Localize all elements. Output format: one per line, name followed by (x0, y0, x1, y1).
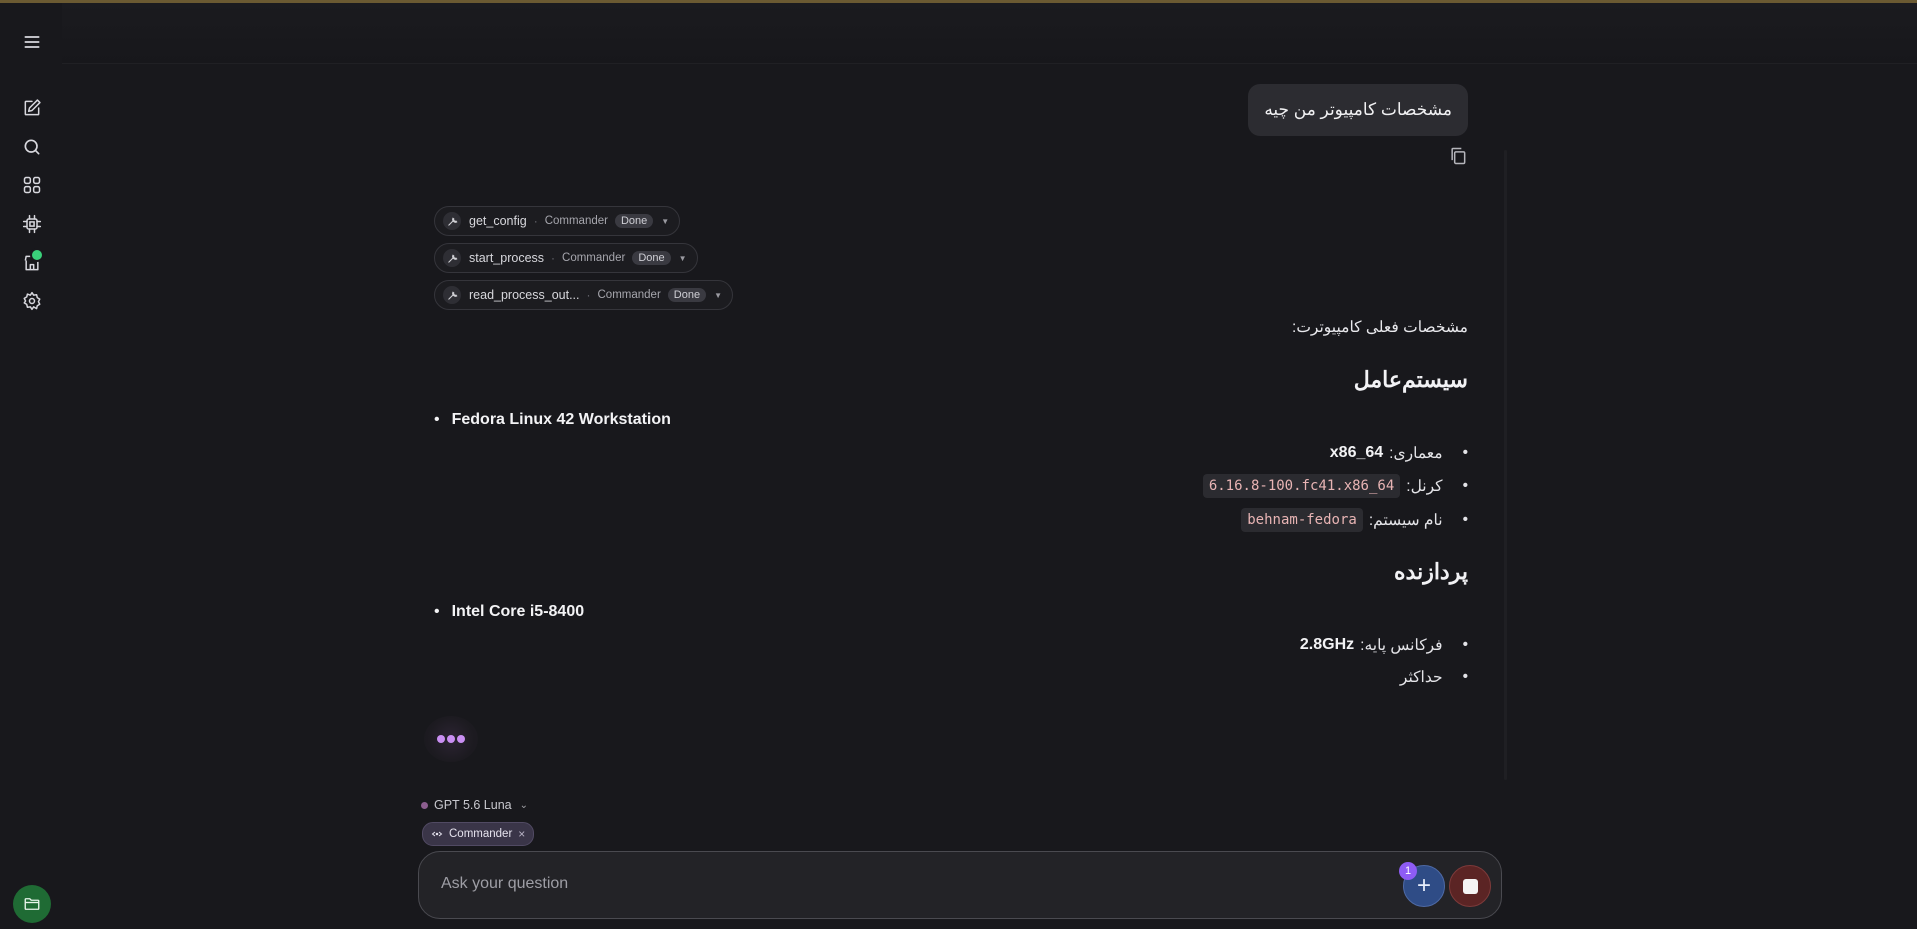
stop-icon (1462, 878, 1478, 894)
list-item-max: • حداکثر (1400, 665, 1468, 689)
typing-dot (437, 735, 445, 743)
wrench-icon (443, 286, 461, 304)
commander-icon (431, 831, 443, 837)
typing-indicator (424, 716, 478, 762)
typing-dot (457, 735, 465, 743)
commander-chip[interactable]: Commander × (422, 822, 535, 846)
cpu-heading: پردازنده (1394, 559, 1468, 584)
tool-separator: · (533, 214, 538, 228)
new-chat-icon[interactable] (18, 94, 46, 122)
tool-call-start-process[interactable]: start_process · Commander Done ▼ (434, 243, 698, 273)
max-label: حداکثر (1399, 668, 1443, 686)
kernel-value: 6.16.8-100.fc41.x86_64 (1202, 474, 1401, 498)
search-icon[interactable] (18, 133, 46, 161)
user-message-bubble: مشخصات کامپیوتر من چیه (1248, 84, 1468, 136)
tool-source: Commander (544, 215, 608, 227)
top-bar (60, 3, 1917, 64)
arch-label: معماری: (1389, 444, 1443, 462)
user-message-text: مشخصات کامپیوتر من چیه (1264, 100, 1452, 119)
plus-icon: + (1416, 872, 1431, 899)
bullet: • (1462, 668, 1468, 685)
folder-icon (24, 898, 40, 910)
tool-name: start_process (469, 251, 545, 265)
tool-source: Commander (562, 252, 626, 264)
bullet: • (1462, 444, 1468, 461)
tool-separator: · (586, 288, 591, 302)
list-item-kernel: • کرنل: 6.16.8-100.fc41.x86_64 (1202, 474, 1468, 498)
status-badge: Done (632, 251, 671, 265)
hostname-label: نام سیستم: (1368, 511, 1443, 529)
tool-call-get-config[interactable]: get_config · Commander Done ▼ (434, 206, 681, 236)
close-icon[interactable]: × (518, 827, 525, 841)
arch-value: x86_64 (1329, 444, 1384, 461)
status-badge: Done (667, 288, 707, 302)
apps-grid-icon[interactable] (18, 171, 46, 199)
chip-label: Commander (449, 828, 513, 840)
model-selector[interactable]: GPT 5.6 Luna ⌄ (421, 798, 528, 812)
store-icon[interactable] (18, 248, 46, 277)
base-freq-label: فرکانس پایه: (1360, 636, 1443, 654)
hostname-value: behnam-fedora (1241, 508, 1363, 532)
chevron-down-icon: ⌄ (519, 799, 528, 811)
attachment-count-badge: 1 (1399, 862, 1417, 880)
bullet: • (1462, 511, 1468, 528)
cpu-name: Intel Core i5-8400 (434, 603, 585, 621)
settings-icon[interactable] (18, 287, 46, 315)
wrench-icon (443, 249, 461, 267)
tool-separator: · (551, 251, 556, 265)
os-heading: سیستم‌عامل (1353, 367, 1468, 392)
bullet: • (1462, 636, 1468, 653)
menu-icon[interactable] (18, 28, 46, 56)
chat-input-box: + 1 (418, 851, 1502, 919)
stop-button[interactable] (1449, 865, 1491, 907)
tool-name: get_config (469, 214, 527, 228)
status-badge: Done (614, 214, 654, 228)
sidebar (0, 3, 62, 929)
base-freq-value: 2.8GHz (1299, 636, 1355, 653)
typing-dot (447, 735, 455, 743)
model-name: GPT 5.6 Luna (434, 798, 512, 812)
bullet: • (1462, 477, 1468, 494)
os-name: Fedora Linux 42 Workstation (434, 411, 671, 429)
model-status-dot (421, 801, 428, 809)
caret-down-icon[interactable]: ▼ (714, 291, 722, 300)
kernel-label: کرنل: (1406, 477, 1443, 495)
tool-source: Commander (597, 289, 661, 301)
tool-name: read_process_out... (469, 288, 580, 302)
list-item-arch: • معماری: x86_64 (1330, 441, 1468, 465)
wrench-icon (443, 212, 461, 230)
caret-down-icon[interactable]: ▼ (679, 254, 687, 263)
question-input[interactable] (439, 874, 1343, 894)
chip-icon[interactable] (18, 210, 46, 238)
folder-button[interactable] (13, 885, 51, 923)
list-item-hostname: • نام سیستم: behnam-fedora (1241, 508, 1468, 532)
list-item-base-freq: • فرکانس پایه: 2.8GHz (1300, 633, 1468, 657)
notification-dot (30, 248, 44, 262)
scrollbar[interactable] (1504, 150, 1507, 780)
tool-call-read-process-output[interactable]: read_process_out... · Commander Done ▼ (434, 280, 733, 310)
caret-down-icon[interactable]: ▼ (661, 217, 669, 226)
copy-icon[interactable] (1448, 145, 1468, 167)
response-intro: مشخصات فعلی کامپیوترت: (1292, 319, 1468, 336)
